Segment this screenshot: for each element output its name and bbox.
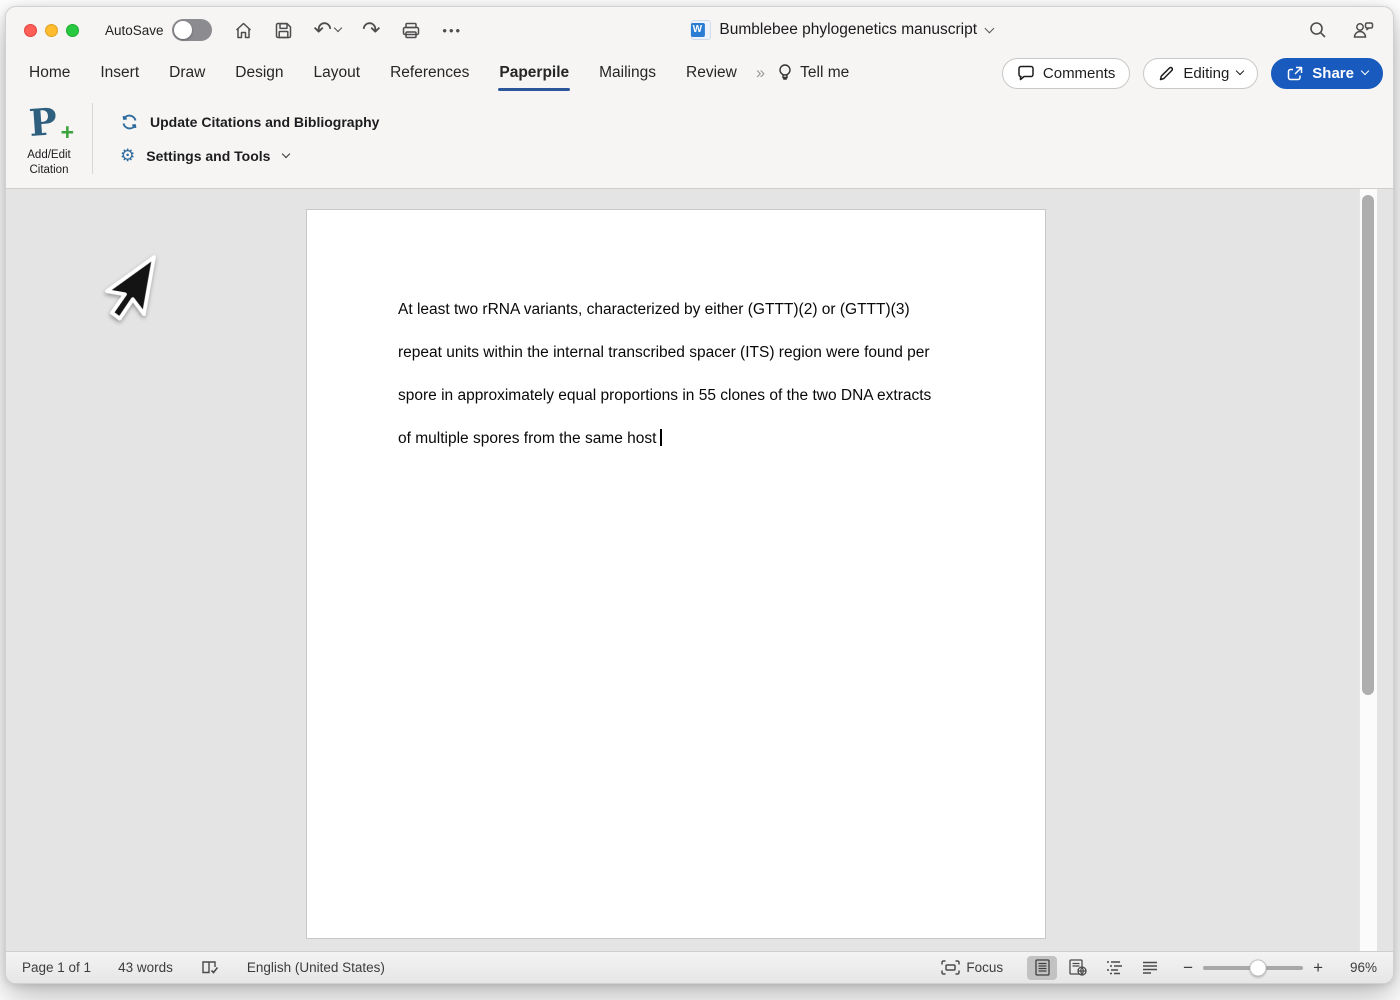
outline-view-button[interactable] xyxy=(1099,956,1129,980)
save-icon[interactable] xyxy=(274,21,293,40)
gear-icon: ⚙ xyxy=(120,146,136,165)
tab-home[interactable]: Home xyxy=(14,58,85,88)
draft-view-button[interactable] xyxy=(1135,956,1165,980)
pencil-icon xyxy=(1158,65,1175,82)
status-bar: Page 1 of 1 43 words English (United Sta… xyxy=(6,951,1393,983)
share-button[interactable]: Share xyxy=(1271,57,1383,89)
print-icon[interactable] xyxy=(401,21,421,40)
undo-chevron-icon[interactable] xyxy=(333,23,343,33)
word-count[interactable]: 43 words xyxy=(118,960,173,975)
document-canvas: At least two rRNA variants, characterize… xyxy=(6,189,1393,951)
proofing-status-icon[interactable] xyxy=(200,959,220,976)
language-selector[interactable]: English (United States) xyxy=(247,960,385,975)
undo-icon: ↶ xyxy=(313,17,332,42)
tab-paperpile[interactable]: Paperpile xyxy=(484,58,584,91)
mouse-cursor-icon xyxy=(105,255,156,321)
close-button[interactable] xyxy=(24,23,37,37)
more-commands-button[interactable]: ••• xyxy=(442,23,462,38)
add-edit-citation-button[interactable]: P + Add/Edit Citation xyxy=(6,95,92,182)
account-feedback-icon[interactable] xyxy=(1352,20,1375,40)
scrollbar-thumb[interactable] xyxy=(1362,195,1374,695)
word-doc-icon: W xyxy=(690,20,711,40)
tab-layout[interactable]: Layout xyxy=(299,58,376,88)
editing-mode-button[interactable]: Editing xyxy=(1143,57,1259,89)
home-icon[interactable] xyxy=(234,21,253,40)
doc-line-4: of multiple spores from the same host xyxy=(398,417,975,460)
comments-button[interactable]: Comments xyxy=(1001,57,1131,89)
tab-insert[interactable]: Insert xyxy=(85,58,154,88)
zoom-slider-thumb[interactable] xyxy=(1249,959,1267,976)
comment-bubble-icon xyxy=(1017,65,1035,82)
zoom-slider[interactable] xyxy=(1203,959,1304,976)
zoom-level[interactable]: 96% xyxy=(1337,960,1377,975)
doc-line-3: spore in approximately equal proportions… xyxy=(398,387,932,404)
settings-and-tools-button[interactable]: ⚙ Settings and Tools xyxy=(120,147,379,164)
editing-chevron-icon xyxy=(1236,66,1245,76)
tab-review[interactable]: Review xyxy=(671,58,752,88)
tell-me-button[interactable]: Tell me xyxy=(771,63,855,83)
update-citations-button[interactable]: Update Citations and Bibliography xyxy=(120,113,379,131)
title-chevron-icon xyxy=(984,23,995,33)
search-icon[interactable] xyxy=(1308,20,1328,40)
undo-button[interactable]: ↶ xyxy=(313,17,343,42)
share-icon xyxy=(1286,65,1304,82)
text-caret xyxy=(660,429,662,446)
tab-draw[interactable]: Draw xyxy=(154,58,220,88)
zoom-in-button[interactable]: + xyxy=(1313,958,1323,978)
tab-design[interactable]: Design xyxy=(220,58,298,88)
doc-line-2: repeat units within the internal transcr… xyxy=(398,344,930,361)
tab-mailings[interactable]: Mailings xyxy=(584,58,671,88)
ribbon-tab-bar: Home Insert Draw Design Layout Reference… xyxy=(6,53,1393,93)
sync-refresh-icon xyxy=(120,113,139,131)
paperpile-logo-icon: P + xyxy=(27,98,74,145)
document-page[interactable]: At least two rRNA variants, characterize… xyxy=(306,209,1046,939)
print-layout-view-button[interactable] xyxy=(1027,955,1058,980)
document-title-menu[interactable]: W Bumblebee phylogenetics manuscript xyxy=(690,7,995,53)
fullscreen-button[interactable] xyxy=(66,23,79,37)
tab-references[interactable]: References xyxy=(375,58,484,88)
paperpile-ribbon: P + Add/Edit Citation Update Citations a… xyxy=(6,93,1393,189)
focus-button[interactable]: Focus xyxy=(941,960,1003,975)
document-title: Bumblebee phylogenetics manuscript xyxy=(719,21,978,38)
web-layout-view-button[interactable] xyxy=(1063,956,1093,980)
autosave-label: AutoSave xyxy=(105,22,164,38)
minimize-button[interactable] xyxy=(45,23,58,37)
share-chevron-icon xyxy=(1360,66,1370,76)
redo-icon: ↷ xyxy=(361,17,381,42)
page-indicator[interactable]: Page 1 of 1 xyxy=(22,960,91,975)
zoom-out-button[interactable]: − xyxy=(1183,958,1193,978)
redo-button[interactable]: ↷ xyxy=(362,19,380,41)
lightbulb-icon xyxy=(777,63,793,83)
traffic-lights xyxy=(24,23,79,37)
ribbon-divider xyxy=(92,103,93,174)
add-edit-citation-label: Add/Edit Citation xyxy=(27,148,71,176)
settings-chevron-icon xyxy=(282,149,291,158)
focus-label: Focus xyxy=(966,960,1004,975)
doc-line-1: At least two rRNA variants, characterize… xyxy=(398,301,910,318)
word-window: AutoSave ↶ ↷ ••• W Bumblebee phylogeneti… xyxy=(5,6,1394,984)
autosave-toggle[interactable] xyxy=(171,19,212,41)
tab-overflow-icon[interactable]: ›› xyxy=(752,63,771,83)
titlebar: AutoSave ↶ ↷ ••• W Bumblebee phylogeneti… xyxy=(6,7,1393,53)
document-text[interactable]: At least two rRNA variants, characterize… xyxy=(307,210,1045,460)
